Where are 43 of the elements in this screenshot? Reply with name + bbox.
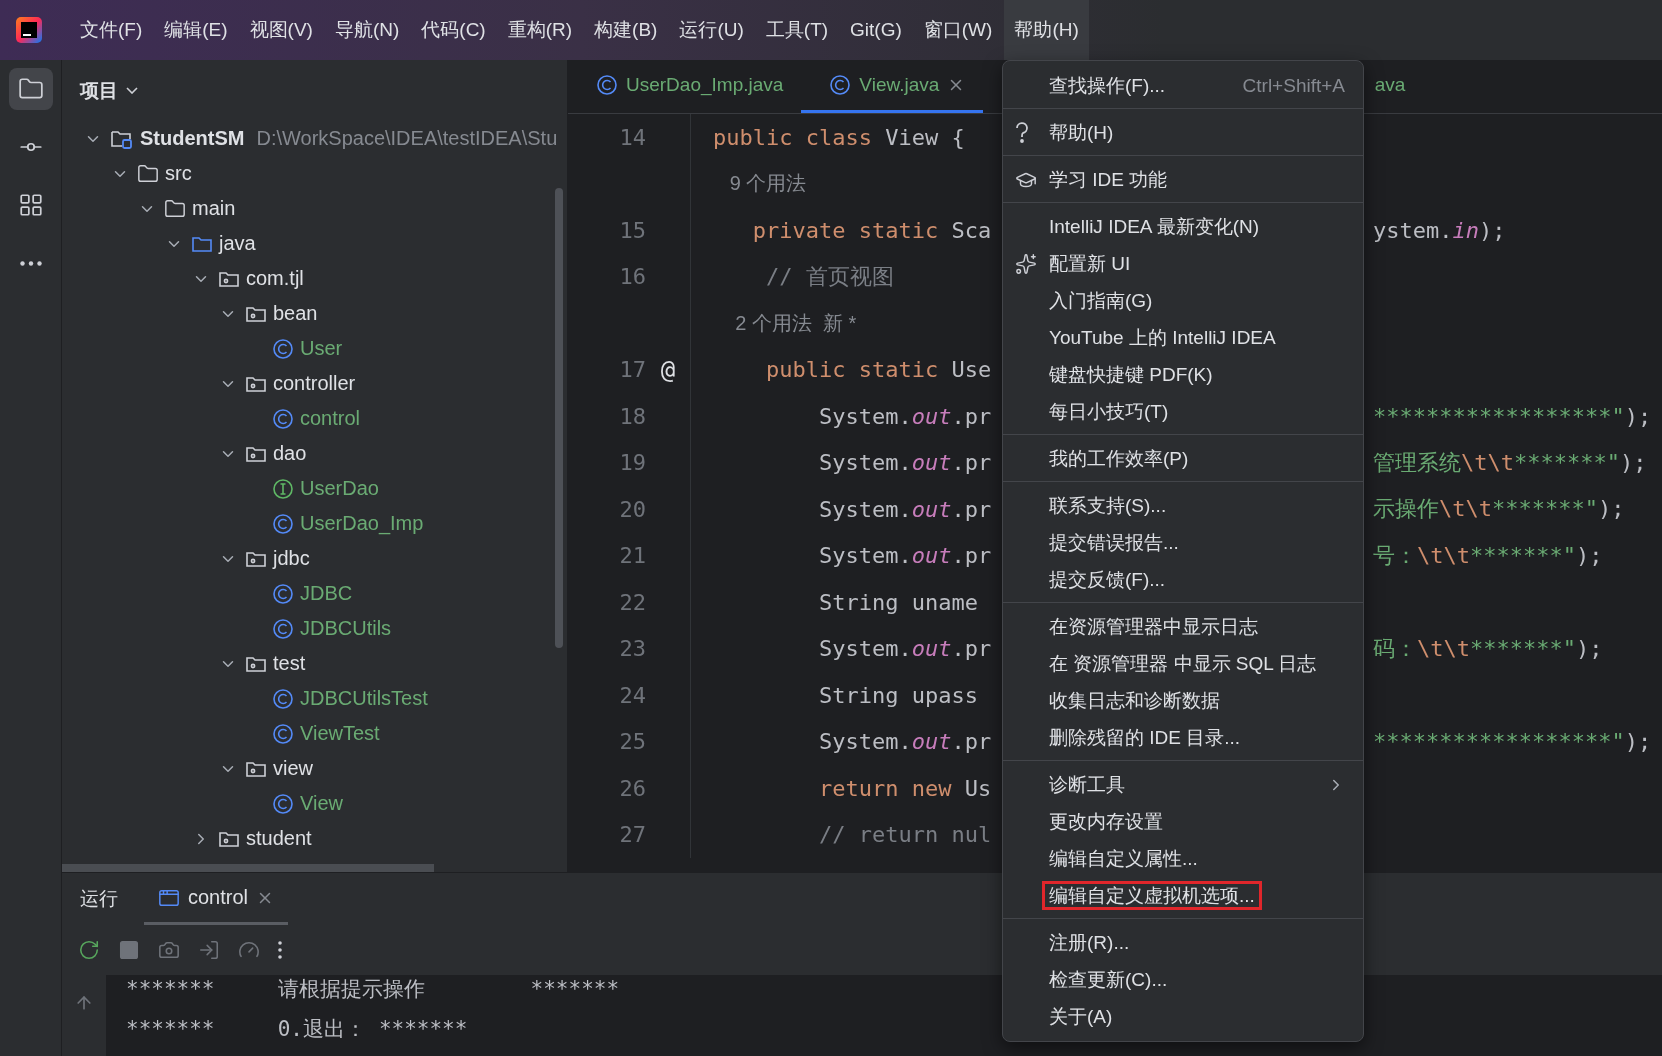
code-line: // return nul [817, 822, 992, 848]
code-line: ystem.in); [1373, 217, 1506, 243]
line-number: 16 [618, 264, 646, 290]
shortcut-text: Ctrl+Shift+A [1242, 74, 1345, 97]
panel-title: 运行 [80, 887, 118, 911]
line-number: 18 [618, 403, 646, 429]
usage-hint: 2 个用法 新 * [734, 310, 857, 336]
line-number: 25 [618, 729, 646, 755]
line-number: 14 [618, 124, 646, 150]
line-number: 22 [618, 589, 646, 615]
line-number: 19 [618, 450, 646, 476]
code-line: 码：\t\t*******"); [1373, 634, 1603, 663]
code-line: System.out.pr [817, 496, 992, 522]
code-line: System.out.pr [817, 729, 992, 755]
code-line: 管理系统\t\t*******"); [1373, 448, 1647, 477]
line-number: 15 [618, 217, 646, 243]
line-number: 27 [618, 822, 646, 848]
code-line: return new Us [817, 775, 992, 801]
console-line: ******* 0.退出： ******* [126, 1016, 468, 1043]
code-line: String upass [817, 682, 978, 708]
code-line: public static Use [764, 357, 992, 383]
code-line: ******************"); [1373, 403, 1652, 429]
code-line: System.out.pr [817, 403, 992, 429]
project-path: D:\WorkSpace\IDEA\testIDEA\Stu [256, 127, 558, 150]
code-line: 示操作\t\t*******"); [1373, 495, 1625, 524]
code-line: private static Sca [751, 217, 992, 243]
code-line: 号：\t\t*******"); [1373, 541, 1603, 570]
usage-hint: 9 个用法 [728, 171, 807, 197]
line-number: 24 [618, 682, 646, 708]
code-line: // 首页视图 [764, 262, 894, 291]
line-number: 26 [618, 775, 646, 801]
code-line: System.out.pr [817, 450, 992, 476]
code-line: String uname [817, 589, 978, 615]
console-line: ******* 请根据提示操作 ******* [126, 976, 620, 1003]
line-number: 20 [618, 496, 646, 522]
line-number: 17 [618, 357, 646, 383]
code-line: public class View { [713, 124, 965, 150]
code-line: System.out.pr [817, 636, 992, 662]
line-number: 21 [618, 543, 646, 569]
line-number: 23 [618, 636, 646, 662]
code-line: ******************"); [1373, 729, 1652, 755]
annotation-box: 编辑自定义虚拟机选项... [1042, 880, 1262, 910]
code-line: System.out.pr [817, 543, 992, 569]
